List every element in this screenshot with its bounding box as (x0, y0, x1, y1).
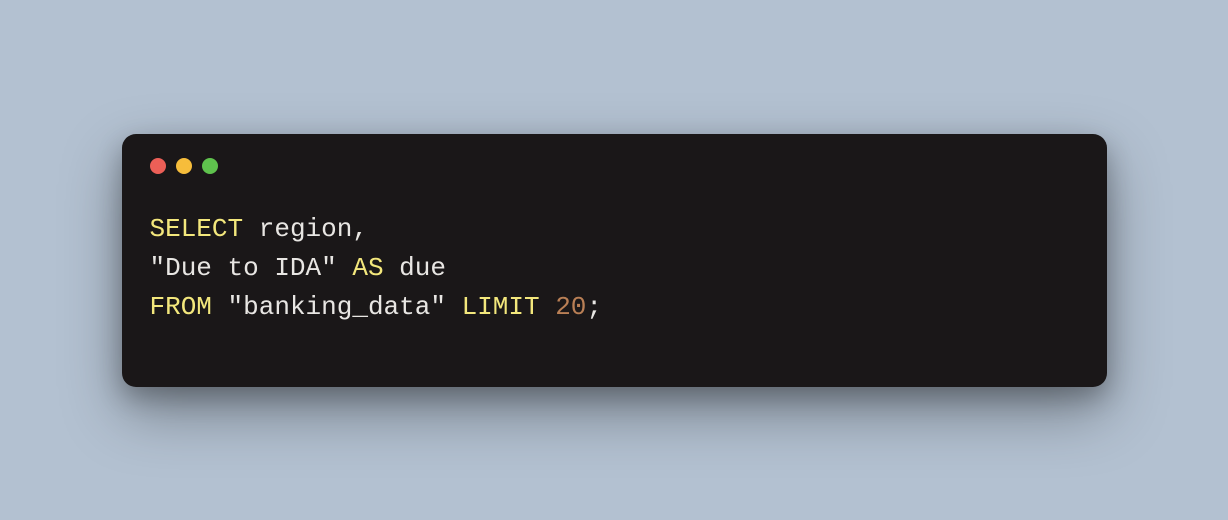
terminal-window: SELECT region, "Due to IDA" AS due FROM … (122, 134, 1107, 387)
close-icon[interactable] (150, 158, 166, 174)
zoom-icon[interactable] (202, 158, 218, 174)
comma: , (352, 214, 368, 244)
identifier-region: region (259, 214, 353, 244)
minimize-icon[interactable] (176, 158, 192, 174)
keyword-from: FROM (150, 292, 212, 322)
alias-due: due (399, 253, 446, 283)
code-line-3: FROM "banking_data" LIMIT 20; (150, 292, 603, 322)
code-line-2: "Due to IDA" AS due (150, 253, 446, 283)
string-table: "banking_data" (228, 292, 446, 322)
semicolon: ; (586, 292, 602, 322)
number-limit: 20 (555, 292, 586, 322)
keyword-limit: LIMIT (462, 292, 540, 322)
code-line-1: SELECT region, (150, 214, 368, 244)
window-controls (150, 158, 1079, 174)
keyword-select: SELECT (150, 214, 244, 244)
keyword-as: AS (352, 253, 383, 283)
code-block[interactable]: SELECT region, "Due to IDA" AS due FROM … (150, 210, 1079, 327)
string-due: "Due to IDA" (150, 253, 337, 283)
